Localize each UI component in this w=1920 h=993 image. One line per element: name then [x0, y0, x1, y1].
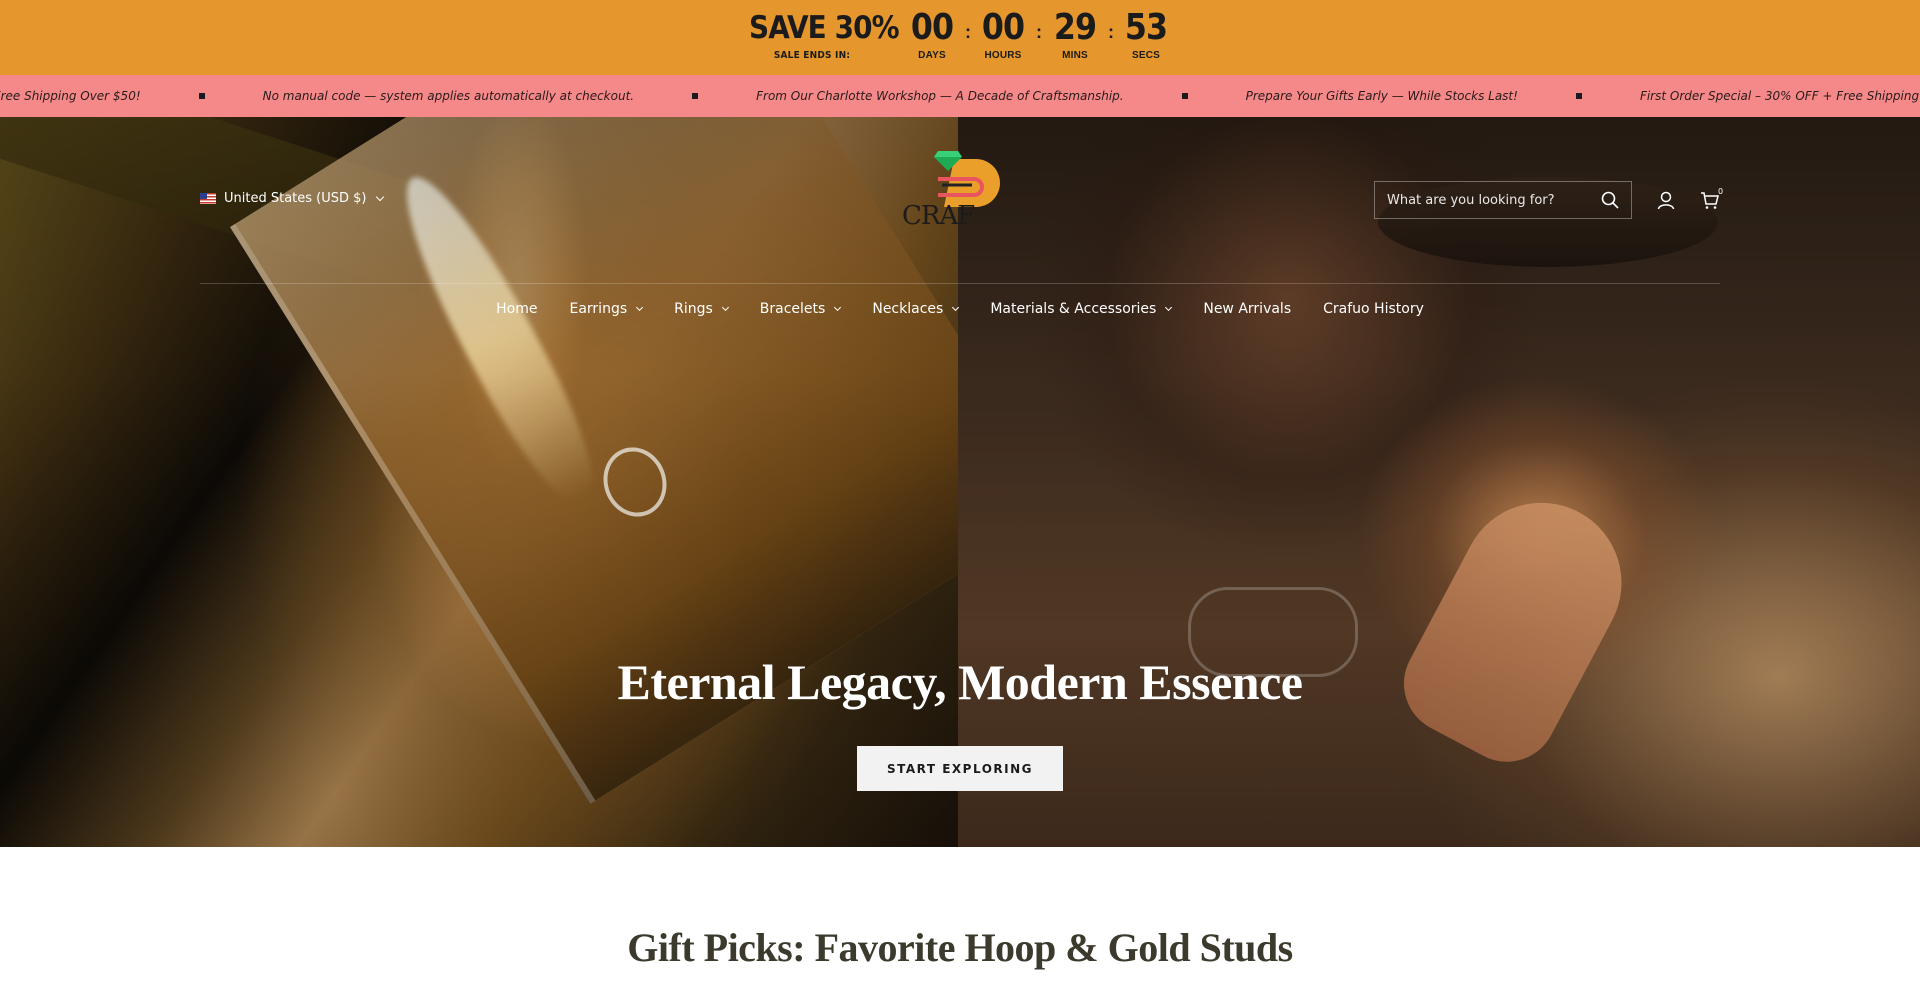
countdown-separator: :	[965, 22, 971, 42]
start-exploring-button[interactable]: START EXPLORING	[857, 746, 1063, 791]
countdown-mins-value: 29	[1053, 7, 1097, 48]
nav-item-label: Rings	[674, 301, 713, 317]
nav-item-crafuo-history[interactable]: Crafuo History	[1307, 301, 1440, 317]
logo-mark-icon	[934, 151, 1000, 207]
logo-text: CRAF	[902, 201, 975, 231]
countdown-separator: :	[1036, 22, 1042, 42]
nav-item-materials-accessories[interactable]: Materials & Accessories	[974, 301, 1187, 317]
sale-ends-label: SALE ENDS IN:	[773, 50, 851, 61]
cart-count-badge: 0	[1718, 187, 1724, 196]
hero-title: Eternal Legacy, Modern Essence	[617, 654, 1303, 710]
bullet-square-icon	[1575, 93, 1582, 99]
nav-item-bracelets[interactable]: Bracelets	[744, 301, 857, 317]
nav-item-label: Necklaces	[872, 301, 944, 317]
bullet-square-icon	[692, 93, 699, 99]
nav-divider	[200, 283, 1720, 284]
chevron-down-icon	[375, 192, 384, 201]
hero-banner: United States (USD $) CRAF 0	[0, 117, 1920, 847]
nav-item-label: Crafuo History	[1323, 301, 1424, 317]
chevron-down-icon	[636, 303, 644, 312]
countdown-promo: SAVE 30% SALE ENDS IN:	[742, 10, 900, 62]
site-logo[interactable]: CRAF	[900, 139, 1018, 231]
countdown-secs-value: 53	[1124, 7, 1168, 48]
nav-item-label: Bracelets	[759, 301, 826, 317]
search-input[interactable]	[1387, 192, 1601, 208]
countdown-mins: 29 MINS	[1045, 7, 1105, 62]
countdown-separator: :	[1108, 22, 1114, 42]
locale-selector[interactable]: United States (USD $)	[200, 188, 384, 208]
countdown-hours-value: 00	[981, 7, 1025, 48]
countdown-bar: SAVE 30% SALE ENDS IN: 00 DAYS : 00 HOUR…	[0, 0, 1920, 75]
section-title: Gift Picks: Favorite Hoop & Gold Studs	[627, 925, 1293, 970]
nav-item-rings[interactable]: Rings	[658, 301, 744, 317]
search-icon[interactable]	[1601, 191, 1619, 209]
search-box[interactable]	[1374, 181, 1632, 219]
cart-icon	[1700, 191, 1719, 209]
bullet-square-icon	[1181, 93, 1188, 99]
marquee-item[interactable]: No manual code — system applies automati…	[263, 89, 634, 103]
nav-item-label: New Arrivals	[1203, 301, 1292, 317]
cart-button[interactable]	[1698, 189, 1720, 211]
chevron-down-icon	[834, 303, 842, 312]
marquee-item[interactable]: cial – 30% OFF + Free Shipping Over $50!	[0, 89, 141, 103]
nav-item-new-arrivals[interactable]: New Arrivals	[1187, 301, 1307, 317]
locale-label: United States (USD $)	[224, 190, 367, 206]
promo-headline: SAVE 30%	[749, 10, 900, 46]
marquee-item[interactable]: From Our Charlotte Workshop — A Decade o…	[756, 89, 1123, 103]
nav-item-earrings[interactable]: Earrings	[553, 301, 658, 317]
nav-item-label: Home	[496, 301, 538, 317]
countdown-mins-label: MINS	[1062, 50, 1088, 61]
marquee-item[interactable]: Prepare Your Gifts Early — While Stocks …	[1246, 89, 1518, 103]
countdown-secs: 53 SECS	[1116, 7, 1176, 62]
countdown-days-value: 00	[910, 7, 954, 48]
countdown-days: 00 DAYS	[902, 7, 962, 62]
nav-item-necklaces[interactable]: Necklaces	[856, 301, 974, 317]
nav-item-home[interactable]: Home	[480, 301, 553, 317]
announcement-marquee: cial – 30% OFF + Free Shipping Over $50!…	[0, 75, 1920, 117]
countdown-hours: 00 HOURS	[973, 7, 1033, 62]
account-button[interactable]	[1655, 189, 1677, 211]
account-icon	[1657, 191, 1675, 209]
chevron-down-icon	[1165, 303, 1173, 312]
nav-item-label: Earrings	[569, 301, 628, 317]
countdown-secs-label: SECS	[1131, 50, 1161, 61]
countdown-days-label: DAYS	[918, 50, 946, 61]
chevron-down-icon	[952, 303, 960, 312]
marquee-track: cial – 30% OFF + Free Shipping Over $50!…	[0, 75, 1920, 117]
chevron-down-icon	[721, 303, 729, 312]
bullet-square-icon	[198, 93, 205, 99]
countdown-hours-label: HOURS	[984, 50, 1022, 61]
nav-item-label: Materials & Accessories	[990, 301, 1157, 317]
flag-us-icon	[200, 192, 216, 204]
main-nav: Home Earrings Rings Bracelets Necklaces …	[0, 291, 1920, 327]
marquee-item[interactable]: First Order Special – 30% OFF + Free Shi…	[1640, 89, 1920, 103]
